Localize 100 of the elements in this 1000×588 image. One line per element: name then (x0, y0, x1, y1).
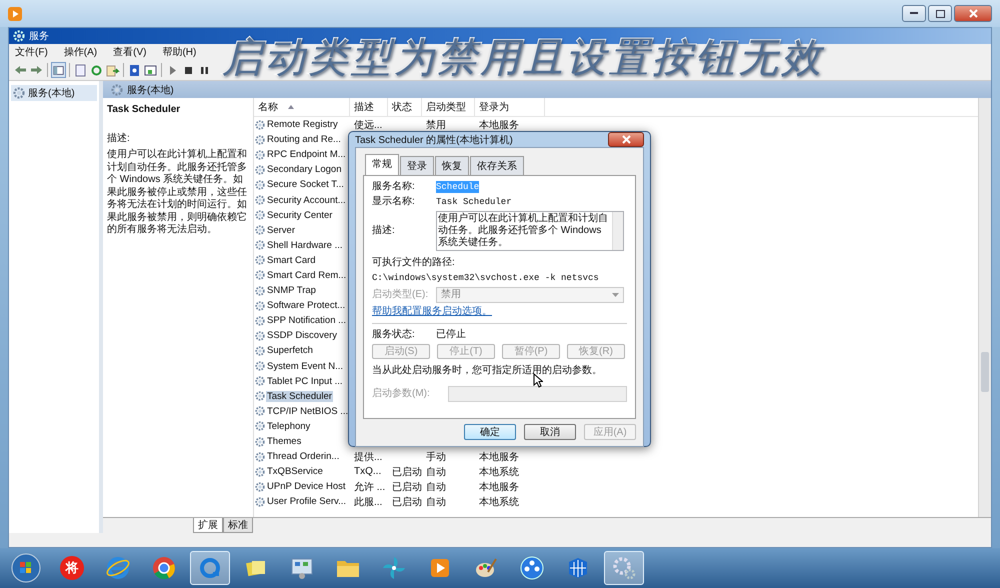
help-link[interactable]: 帮助我配置服务启动选项。 (372, 306, 627, 318)
document-icon[interactable] (73, 62, 88, 78)
service-name[interactable]: Remote Registry (266, 119, 339, 130)
field-label: 服务状态: (372, 329, 416, 341)
maximize-button[interactable] (928, 5, 952, 22)
start-button[interactable] (11, 553, 41, 583)
dropdown-arrow-icon (612, 293, 619, 297)
maximize-icon (936, 10, 944, 18)
service-name[interactable]: UPnP Device Host (266, 481, 346, 492)
description-box[interactable]: 使用户可以在此计算机上配置和计划自动任务。此服务还托管多个 Windows 系统关键任务。 (436, 211, 624, 251)
app-badge-icon[interactable]: 将 (60, 556, 84, 580)
field-label: 显示名称: (372, 196, 416, 208)
service-name[interactable]: Routing and Re... (266, 134, 342, 146)
help-icon[interactable] (127, 62, 142, 78)
dialog-tab[interactable]: 常规 (365, 154, 399, 175)
table-cell-text: 已启动 (391, 466, 422, 479)
gear-icon (255, 346, 265, 356)
dialog-tab[interactable]: 恢复 (435, 156, 469, 175)
service-name[interactable]: Server (266, 224, 296, 236)
play-icon[interactable] (429, 557, 451, 579)
menu-item[interactable]: 查看(V) (113, 45, 146, 59)
service-name[interactable]: Telephony (266, 420, 312, 432)
dialog-tab[interactable]: 登录 (400, 156, 434, 175)
service-name[interactable]: Tablet PC Input ... (266, 376, 344, 387)
table-cell-text: 提供... (353, 450, 384, 464)
window-icon[interactable] (143, 62, 158, 78)
gear-icon (255, 255, 265, 266)
gear-icon (255, 195, 265, 206)
service-name[interactable]: Themes (266, 436, 302, 448)
control-panel-icon[interactable] (290, 556, 314, 580)
gear-icon (255, 496, 265, 507)
table-cell-text: 自动 (425, 466, 447, 479)
service-name[interactable]: SPP Notification ... (266, 315, 348, 326)
browser-ball-icon[interactable] (152, 556, 176, 580)
close-button[interactable] (954, 5, 992, 22)
refresh-icon[interactable] (89, 62, 104, 78)
service-name[interactable]: Task Scheduler (266, 390, 333, 402)
path-value: C:\windows\system32\svchost.exe -k netsvcs (372, 272, 600, 284)
pinwheel-icon[interactable] (382, 556, 406, 580)
dialog-button[interactable]: 确定 (464, 424, 516, 440)
table-cell-text: 使远... (353, 118, 384, 132)
service-name[interactable]: Thread Orderin... (266, 451, 340, 462)
service-name[interactable]: User Profile Serv... (266, 496, 348, 508)
service-name[interactable]: Security Account... (266, 194, 347, 206)
service-name[interactable]: RPC Endpoint M... (266, 149, 347, 160)
service-name[interactable]: Secondary Logon (266, 164, 342, 176)
gear-icon (255, 210, 265, 220)
service-name[interactable]: Security Center (266, 210, 334, 221)
scrollbar-thumb[interactable] (981, 352, 989, 392)
service-name[interactable]: SNMP Trap (266, 285, 317, 296)
gear-icon (111, 84, 123, 96)
dialog-tab[interactable]: 依存关系 (470, 156, 524, 175)
export-icon[interactable] (105, 62, 120, 78)
table-cell-text: 本地系统 (478, 466, 520, 479)
menu-item[interactable]: 文件(F) (15, 45, 48, 59)
browser-e-icon[interactable] (105, 555, 131, 581)
view-tab[interactable]: 扩展 (193, 518, 223, 533)
view-tab[interactable]: 标准 (223, 518, 253, 533)
gear-icon (255, 120, 265, 130)
window-title: 服务 (29, 30, 49, 43)
column-header[interactable]: 状态 (388, 98, 422, 116)
column-header[interactable]: 登录为 (475, 98, 545, 116)
gear-icon (255, 406, 265, 416)
path-label: 可执行文件的路径: (372, 257, 456, 269)
gear-icon (255, 225, 265, 236)
menu-item[interactable]: 帮助(H) (162, 45, 196, 59)
gear-icon (255, 286, 265, 296)
app-logo-icon (8, 6, 22, 20)
minimize-button[interactable] (902, 5, 926, 22)
mouse-cursor-icon (533, 373, 543, 388)
service-name[interactable]: Smart Card (266, 254, 317, 266)
table-cell-text: 本地服务 (478, 118, 520, 132)
palette-icon[interactable] (474, 556, 498, 580)
table-cell-text: 此服... (353, 496, 384, 509)
video-caption: 启动类型为禁用且设置按钮无效 (222, 36, 824, 80)
service-name[interactable]: Smart Card Rem... (266, 270, 348, 281)
service-name[interactable]: TCP/IP NetBIOS ... (266, 406, 350, 417)
gear-icon (255, 376, 265, 386)
service-name[interactable]: Shell Hardware ... (266, 240, 344, 251)
field-label: 启动参数(M): (372, 388, 431, 400)
service-name[interactable]: SSDP Discovery (266, 330, 338, 342)
minimize-icon (910, 12, 918, 15)
service-name[interactable]: Software Protect... (266, 300, 346, 312)
column-header[interactable]: 描述 (350, 98, 388, 116)
tree-item[interactable]: 服务(本地) (11, 85, 97, 101)
field-label: 描述: (372, 225, 396, 237)
service-name[interactable]: Secure Socket T... (266, 179, 345, 190)
column-header[interactable]: 名称 (254, 98, 350, 116)
table-cell-text: 已启动 (391, 480, 422, 494)
field-label: 服务名称: (372, 181, 416, 193)
service-name[interactable]: Superfetch (266, 345, 314, 356)
service-name[interactable]: TxQBService (266, 466, 324, 478)
table-cell-text: 手动 (425, 450, 447, 464)
column-header[interactable]: 启动类型 (422, 98, 475, 116)
menu-item[interactable]: 操作(A) (64, 45, 98, 59)
close-button[interactable] (608, 132, 644, 147)
service-name[interactable]: System Event N... (266, 360, 344, 372)
film-reel-icon[interactable] (519, 555, 545, 581)
dialog-button[interactable]: 取消 (524, 424, 576, 440)
cube-grid-icon[interactable] (566, 556, 590, 580)
